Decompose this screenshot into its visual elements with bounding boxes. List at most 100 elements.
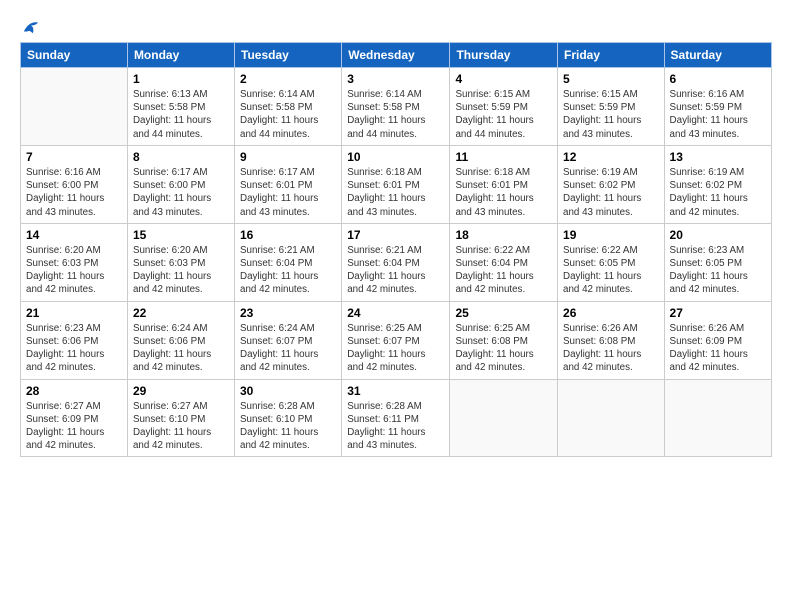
day-number: 25 [455, 306, 552, 320]
day-number: 7 [26, 150, 122, 164]
day-info: Sunrise: 6:25 AMSunset: 6:07 PMDaylight:… [347, 322, 444, 375]
calendar-cell: 1 Sunrise: 6:13 AMSunset: 5:58 PMDaylight… [127, 68, 234, 146]
day-info: Sunrise: 6:16 AMSunset: 5:59 PMDaylight:… [670, 88, 766, 141]
day-number: 13 [670, 150, 766, 164]
calendar-cell [21, 68, 128, 146]
day-number: 23 [240, 306, 336, 320]
day-number: 9 [240, 150, 336, 164]
page-container: SundayMondayTuesdayWednesdayThursdayFrid… [0, 0, 792, 467]
day-number: 19 [563, 228, 659, 242]
weekday-header-wednesday: Wednesday [342, 43, 450, 68]
calendar-cell: 20Sunrise: 6:23 AMSunset: 6:05 PMDayligh… [664, 223, 771, 301]
day-info: Sunrise: 6:20 AMSunset: 6:03 PMDaylight:… [26, 244, 122, 297]
day-info: Sunrise: 6:18 AMSunset: 6:01 PMDaylight:… [347, 166, 444, 219]
day-info: Sunrise: 6:15 AMSunset: 5:59 PMDaylight:… [455, 88, 552, 141]
calendar-cell: 22Sunrise: 6:24 AMSunset: 6:06 PMDayligh… [127, 301, 234, 379]
calendar-cell: 24 Sunrise: 6:25 AMSunset: 6:07 PMDayligh… [342, 301, 450, 379]
day-info: Sunrise: 6:21 AMSunset: 6:04 PMDaylight:… [347, 244, 444, 297]
day-number: 20 [670, 228, 766, 242]
day-number: 30 [240, 384, 336, 398]
day-number: 21 [26, 306, 122, 320]
day-number: 6 [670, 72, 766, 86]
calendar-cell: 19 Sunrise: 6:22 AMSunset: 6:05 PMDayligh… [558, 223, 665, 301]
calendar-cell: 11 Sunrise: 6:18 AMSunset: 6:01 PMDayligh… [450, 145, 558, 223]
day-number: 4 [455, 72, 552, 86]
day-number: 1 [133, 72, 229, 86]
day-number: 29 [133, 384, 229, 398]
calendar-cell: 12 Sunrise: 6:19 AMSunset: 6:02 PMDayligh… [558, 145, 665, 223]
day-number: 24 [347, 306, 444, 320]
day-info: Sunrise: 6:26 AMSunset: 6:08 PMDaylight:… [563, 322, 659, 375]
weekday-header-sunday: Sunday [21, 43, 128, 68]
calendar-week-1: 1 Sunrise: 6:13 AMSunset: 5:58 PMDaylight… [21, 68, 772, 146]
calendar-cell: 25 Sunrise: 6:25 AMSunset: 6:08 PMDayligh… [450, 301, 558, 379]
day-number: 27 [670, 306, 766, 320]
day-number: 16 [240, 228, 336, 242]
day-number: 22 [133, 306, 229, 320]
calendar-table: SundayMondayTuesdayWednesdayThursdayFrid… [20, 42, 772, 457]
weekday-header-monday: Monday [127, 43, 234, 68]
calendar-cell: 4 Sunrise: 6:15 AMSunset: 5:59 PMDaylight… [450, 68, 558, 146]
day-info: Sunrise: 6:24 AMSunset: 6:07 PMDaylight:… [240, 322, 336, 375]
day-info: Sunrise: 6:14 AMSunset: 5:58 PMDaylight:… [240, 88, 336, 141]
day-number: 3 [347, 72, 444, 86]
day-info: Sunrise: 6:17 AMSunset: 6:00 PMDaylight:… [133, 166, 229, 219]
day-number: 11 [455, 150, 552, 164]
calendar-cell: 28Sunrise: 6:27 AMSunset: 6:09 PMDayligh… [21, 379, 128, 457]
weekday-header-thursday: Thursday [450, 43, 558, 68]
calendar-cell: 5Sunrise: 6:15 AMSunset: 5:59 PMDaylight… [558, 68, 665, 146]
day-info: Sunrise: 6:28 AMSunset: 6:10 PMDaylight:… [240, 400, 336, 453]
calendar-cell: 7 Sunrise: 6:16 AMSunset: 6:00 PMDaylight… [21, 145, 128, 223]
calendar-week-4: 21 Sunrise: 6:23 AMSunset: 6:06 PMDayligh… [21, 301, 772, 379]
day-info: Sunrise: 6:26 AMSunset: 6:09 PMDaylight:… [670, 322, 766, 375]
day-number: 12 [563, 150, 659, 164]
day-info: Sunrise: 6:19 AMSunset: 6:02 PMDaylight:… [670, 166, 766, 219]
day-number: 14 [26, 228, 122, 242]
logo-bird-icon [22, 18, 40, 36]
calendar-cell: 17 Sunrise: 6:21 AMSunset: 6:04 PMDayligh… [342, 223, 450, 301]
calendar-cell: 13 Sunrise: 6:19 AMSunset: 6:02 PMDayligh… [664, 145, 771, 223]
calendar-cell: 2 Sunrise: 6:14 AMSunset: 5:58 PMDaylight… [235, 68, 342, 146]
weekday-header-saturday: Saturday [664, 43, 771, 68]
calendar-cell [450, 379, 558, 457]
day-info: Sunrise: 6:19 AMSunset: 6:02 PMDaylight:… [563, 166, 659, 219]
calendar-cell: 29 Sunrise: 6:27 AMSunset: 6:10 PMDayligh… [127, 379, 234, 457]
day-info: Sunrise: 6:16 AMSunset: 6:00 PMDaylight:… [26, 166, 122, 219]
calendar-cell: 18 Sunrise: 6:22 AMSunset: 6:04 PMDayligh… [450, 223, 558, 301]
day-info: Sunrise: 6:25 AMSunset: 6:08 PMDaylight:… [455, 322, 552, 375]
calendar-cell [558, 379, 665, 457]
calendar-cell: 31 Sunrise: 6:28 AMSunset: 6:11 PMDayligh… [342, 379, 450, 457]
calendar-cell: 27 Sunrise: 6:26 AMSunset: 6:09 PMDayligh… [664, 301, 771, 379]
day-info: Sunrise: 6:23 AMSunset: 6:06 PMDaylight:… [26, 322, 122, 375]
day-number: 28 [26, 384, 122, 398]
calendar-cell: 8Sunrise: 6:17 AMSunset: 6:00 PMDaylight… [127, 145, 234, 223]
day-info: Sunrise: 6:28 AMSunset: 6:11 PMDaylight:… [347, 400, 444, 453]
calendar-cell: 14 Sunrise: 6:20 AMSunset: 6:03 PMDayligh… [21, 223, 128, 301]
day-info: Sunrise: 6:20 AMSunset: 6:03 PMDaylight:… [133, 244, 229, 297]
day-number: 31 [347, 384, 444, 398]
calendar-week-5: 28Sunrise: 6:27 AMSunset: 6:09 PMDayligh… [21, 379, 772, 457]
day-number: 18 [455, 228, 552, 242]
calendar-cell: 30 Sunrise: 6:28 AMSunset: 6:10 PMDayligh… [235, 379, 342, 457]
day-info: Sunrise: 6:18 AMSunset: 6:01 PMDaylight:… [455, 166, 552, 219]
day-info: Sunrise: 6:27 AMSunset: 6:10 PMDaylight:… [133, 400, 229, 453]
day-number: 5 [563, 72, 659, 86]
weekday-header-row: SundayMondayTuesdayWednesdayThursdayFrid… [21, 43, 772, 68]
calendar-week-3: 14 Sunrise: 6:20 AMSunset: 6:03 PMDayligh… [21, 223, 772, 301]
calendar-cell: 23 Sunrise: 6:24 AMSunset: 6:07 PMDayligh… [235, 301, 342, 379]
calendar-cell: 16 Sunrise: 6:21 AMSunset: 6:04 PMDayligh… [235, 223, 342, 301]
day-info: Sunrise: 6:17 AMSunset: 6:01 PMDaylight:… [240, 166, 336, 219]
weekday-header-friday: Friday [558, 43, 665, 68]
day-info: Sunrise: 6:21 AMSunset: 6:04 PMDaylight:… [240, 244, 336, 297]
day-info: Sunrise: 6:22 AMSunset: 6:05 PMDaylight:… [563, 244, 659, 297]
calendar-cell: 9 Sunrise: 6:17 AMSunset: 6:01 PMDaylight… [235, 145, 342, 223]
day-number: 26 [563, 306, 659, 320]
day-info: Sunrise: 6:13 AMSunset: 5:58 PMDaylight:… [133, 88, 229, 141]
day-info: Sunrise: 6:22 AMSunset: 6:04 PMDaylight:… [455, 244, 552, 297]
weekday-header-tuesday: Tuesday [235, 43, 342, 68]
day-number: 17 [347, 228, 444, 242]
calendar-cell: 21 Sunrise: 6:23 AMSunset: 6:06 PMDayligh… [21, 301, 128, 379]
day-number: 2 [240, 72, 336, 86]
page-header [20, 18, 772, 32]
day-number: 10 [347, 150, 444, 164]
